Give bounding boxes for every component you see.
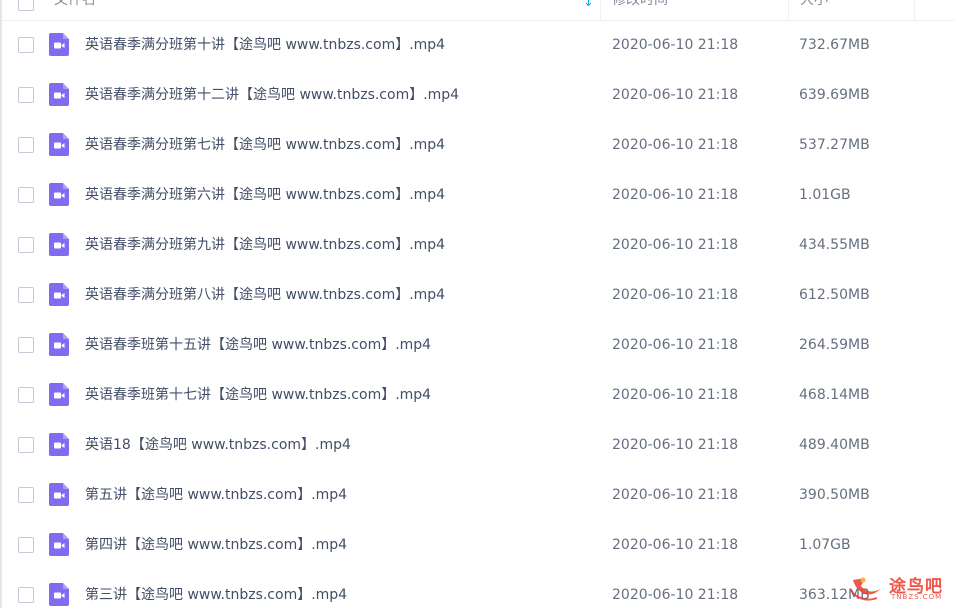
file-size: 264.59MB xyxy=(799,337,870,353)
file-modified-time: 2020-06-10 21:18 xyxy=(612,137,739,153)
video-file-icon[interactable] xyxy=(49,333,69,356)
row-checkbox[interactable] xyxy=(18,487,34,503)
video-file-icon[interactable] xyxy=(49,33,69,56)
sort-arrow-down-icon[interactable]: ↓ xyxy=(583,0,594,17)
file-modified-time: 2020-06-10 21:18 xyxy=(612,487,739,503)
row-checkbox[interactable] xyxy=(18,587,34,603)
file-name-link[interactable]: 英语18【途鸟吧 www.tnbzs.com】.mp4 xyxy=(85,420,351,470)
file-size: 537.27MB xyxy=(799,137,870,153)
row-checkbox[interactable] xyxy=(18,287,34,303)
file-name-link[interactable]: 第五讲【途鸟吧 www.tnbzs.com】.mp4 xyxy=(85,470,347,520)
select-all-checkbox[interactable] xyxy=(18,0,34,11)
row-checkbox[interactable] xyxy=(18,387,34,403)
file-modified-time: 2020-06-10 21:18 xyxy=(612,187,739,203)
file-name-link[interactable]: 第三讲【途鸟吧 www.tnbzs.com】.mp4 xyxy=(85,570,347,608)
video-file-icon[interactable] xyxy=(49,283,69,306)
file-name-link[interactable]: 英语春季满分班第八讲【途鸟吧 www.tnbzs.com】.mp4 xyxy=(85,270,445,320)
video-file-icon[interactable] xyxy=(49,133,69,156)
file-modified-time: 2020-06-10 21:18 xyxy=(612,587,739,603)
file-row[interactable]: 第四讲【途鸟吧 www.tnbzs.com】.mp4 2020-06-10 21:… xyxy=(2,520,955,570)
column-header-name[interactable]: 文件名 xyxy=(54,0,594,20)
file-size: 1.01GB xyxy=(799,187,851,203)
column-divider[interactable] xyxy=(914,0,915,20)
file-row[interactable]: 英语春季满分班第九讲【途鸟吧 www.tnbzs.com】.mp4 2020-06… xyxy=(2,220,955,270)
watermark-bird-icon xyxy=(850,577,881,601)
column-header-size[interactable]: 大小 xyxy=(800,0,910,20)
file-name-link[interactable]: 英语春季班第十七讲【途鸟吧 www.tnbzs.com】.mp4 xyxy=(85,370,431,420)
file-name-link[interactable]: 英语春季满分班第十二讲【途鸟吧 www.tnbzs.com】.mp4 xyxy=(85,70,459,120)
file-row[interactable]: 英语春季满分班第十讲【途鸟吧 www.tnbzs.com】.mp4 2020-06… xyxy=(2,20,955,70)
video-file-icon[interactable] xyxy=(49,383,69,406)
file-list-header: 文件名 ↓ 修改时间 大小 xyxy=(2,0,955,21)
file-row[interactable]: 英语春季满分班第十二讲【途鸟吧 www.tnbzs.com】.mp4 2020-0… xyxy=(2,70,955,120)
file-size: 434.55MB xyxy=(799,237,870,253)
file-list-panel: 文件名 ↓ 修改时间 大小 英语春季满分班第十讲【途鸟吧 www.tnbzs.c… xyxy=(0,0,955,608)
file-name-link[interactable]: 英语春季满分班第九讲【途鸟吧 www.tnbzs.com】.mp4 xyxy=(85,220,445,270)
file-name-link[interactable]: 英语春季满分班第十讲【途鸟吧 www.tnbzs.com】.mp4 xyxy=(85,20,445,70)
file-size: 732.67MB xyxy=(799,37,870,53)
row-checkbox[interactable] xyxy=(18,187,34,203)
file-list: 英语春季满分班第十讲【途鸟吧 www.tnbzs.com】.mp4 2020-06… xyxy=(2,20,955,608)
column-divider[interactable] xyxy=(600,0,601,20)
watermark-logo: 途鸟吧 TNBZS.COM xyxy=(847,572,947,604)
file-size: 390.50MB xyxy=(799,487,870,503)
file-row[interactable]: 英语18【途鸟吧 www.tnbzs.com】.mp4 2020-06-10 21… xyxy=(2,420,955,470)
row-checkbox[interactable] xyxy=(18,437,34,453)
file-size: 612.50MB xyxy=(799,287,870,303)
file-modified-time: 2020-06-10 21:18 xyxy=(612,287,739,303)
file-modified-time: 2020-06-10 21:18 xyxy=(612,237,739,253)
file-name-link[interactable]: 第四讲【途鸟吧 www.tnbzs.com】.mp4 xyxy=(85,520,347,570)
file-name-link[interactable]: 英语春季班第十五讲【途鸟吧 www.tnbzs.com】.mp4 xyxy=(85,320,431,370)
file-modified-time: 2020-06-10 21:18 xyxy=(612,387,739,403)
video-file-icon[interactable] xyxy=(49,533,69,556)
file-modified-time: 2020-06-10 21:18 xyxy=(612,337,739,353)
file-row[interactable]: 英语春季班第十七讲【途鸟吧 www.tnbzs.com】.mp4 2020-06-… xyxy=(2,370,955,420)
video-file-icon[interactable] xyxy=(49,183,69,206)
row-checkbox[interactable] xyxy=(18,87,34,103)
column-divider[interactable] xyxy=(788,0,789,20)
file-row[interactable]: 英语春季满分班第七讲【途鸟吧 www.tnbzs.com】.mp4 2020-06… xyxy=(2,120,955,170)
file-row[interactable]: 第三讲【途鸟吧 www.tnbzs.com】.mp4 2020-06-10 21:… xyxy=(2,570,955,608)
row-checkbox[interactable] xyxy=(18,37,34,53)
row-checkbox[interactable] xyxy=(18,237,34,253)
video-file-icon[interactable] xyxy=(49,83,69,106)
file-row[interactable]: 英语春季班第十五讲【途鸟吧 www.tnbzs.com】.mp4 2020-06-… xyxy=(2,320,955,370)
file-name-link[interactable]: 英语春季满分班第七讲【途鸟吧 www.tnbzs.com】.mp4 xyxy=(85,120,445,170)
file-row[interactable]: 第五讲【途鸟吧 www.tnbzs.com】.mp4 2020-06-10 21:… xyxy=(2,470,955,520)
row-checkbox[interactable] xyxy=(18,337,34,353)
video-file-icon[interactable] xyxy=(49,483,69,506)
file-modified-time: 2020-06-10 21:18 xyxy=(612,537,739,553)
video-file-icon[interactable] xyxy=(49,233,69,256)
column-header-modified-time[interactable]: 修改时间 xyxy=(612,0,782,20)
file-size: 489.40MB xyxy=(799,437,870,453)
file-modified-time: 2020-06-10 21:18 xyxy=(612,87,739,103)
video-file-icon[interactable] xyxy=(49,583,69,606)
file-name-link[interactable]: 英语春季满分班第六讲【途鸟吧 www.tnbzs.com】.mp4 xyxy=(85,170,445,220)
row-checkbox[interactable] xyxy=(18,137,34,153)
file-size: 639.69MB xyxy=(799,87,870,103)
file-size: 468.14MB xyxy=(799,387,870,403)
file-modified-time: 2020-06-10 21:18 xyxy=(612,37,739,53)
file-row[interactable]: 英语春季满分班第六讲【途鸟吧 www.tnbzs.com】.mp4 2020-06… xyxy=(2,170,955,220)
file-modified-time: 2020-06-10 21:18 xyxy=(612,437,739,453)
row-checkbox[interactable] xyxy=(18,537,34,553)
file-size: 1.07GB xyxy=(799,537,851,553)
file-row[interactable]: 英语春季满分班第八讲【途鸟吧 www.tnbzs.com】.mp4 2020-06… xyxy=(2,270,955,320)
watermark-subtext: TNBZS.COM xyxy=(891,593,943,601)
video-file-icon[interactable] xyxy=(49,433,69,456)
